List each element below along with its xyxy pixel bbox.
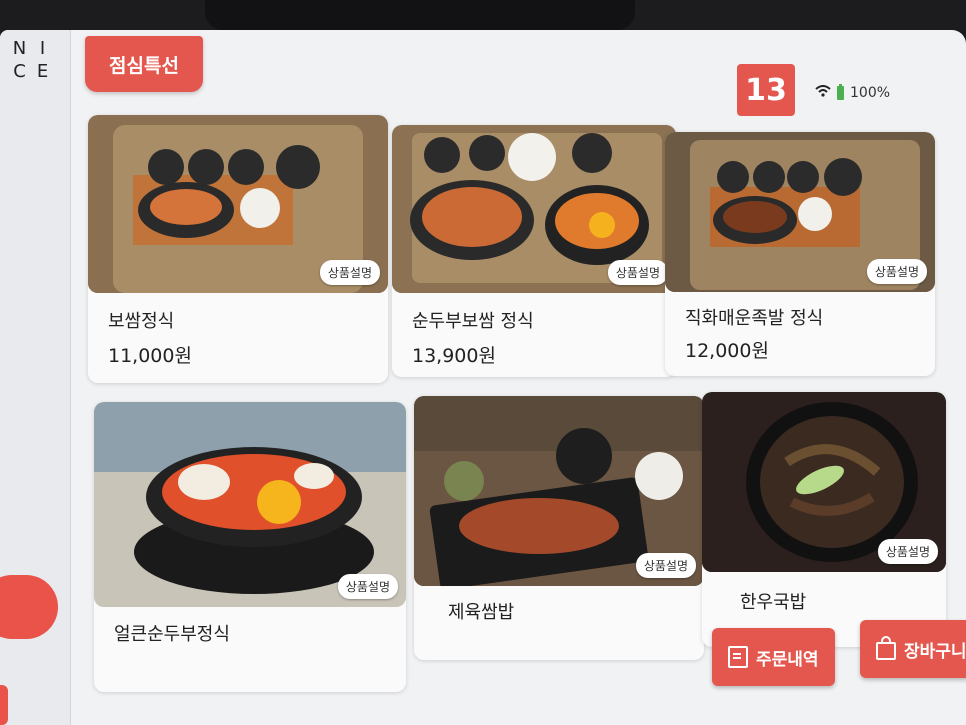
menu-photo: 상품설명 [702, 392, 946, 572]
order-history-label: 주문내역 [756, 649, 819, 670]
menu-card[interactable]: 상품설명 얼큰순두부정식 [94, 402, 406, 692]
menu-name: 얼큰순두부정식 [114, 624, 230, 645]
menu-name: 한우국밥 [740, 592, 807, 613]
logo-letter: N [12, 38, 27, 59]
category-sidebar: N I C E [0, 30, 71, 725]
product-description-button[interactable]: 상품설명 [607, 260, 668, 285]
kiosk-screen: N I C E 점심특선 13 100% 상품설명 보쌈정식 11,000원 상… [0, 30, 966, 725]
menu-price: 12,000원 [685, 340, 769, 362]
table-number-badge: 13 [737, 64, 795, 116]
menu-card[interactable]: 상품설명 보쌈정식 11,000원 [88, 115, 388, 383]
sidebar-category-button[interactable] [0, 685, 8, 725]
battery-percent: 100% [850, 85, 891, 101]
menu-photo: 상품설명 [94, 402, 406, 607]
menu-price: 11,000원 [108, 345, 192, 367]
menu-photo: 상품설명 [665, 132, 935, 292]
menu-card[interactable]: 상품설명 순두부보쌈 정식 13,900원 [392, 125, 676, 377]
product-description-button[interactable]: 상품설명 [866, 259, 927, 284]
wifi-icon [815, 85, 831, 101]
cart-label: 장바구니 [904, 641, 966, 662]
receipt-icon [728, 646, 748, 668]
product-description-button[interactable]: 상품설명 [337, 574, 398, 599]
menu-photo: 상품설명 [88, 115, 388, 293]
product-description-button[interactable]: 상품설명 [877, 539, 938, 564]
menu-card[interactable]: 상품설명 한우국밥 [702, 392, 946, 647]
sidebar-category-button[interactable] [0, 575, 58, 639]
logo-letter: I [39, 38, 46, 59]
menu-name: 보쌈정식 [108, 311, 175, 332]
menu-photo: 상품설명 [414, 396, 704, 586]
cart-button[interactable]: 장바구니 [860, 620, 966, 678]
logo-letter: E [36, 61, 49, 82]
menu-card[interactable]: 상품설명 직화매운족발 정식 12,000원 [665, 132, 935, 376]
product-description-button[interactable]: 상품설명 [319, 260, 380, 285]
status-bar: 100% [815, 80, 890, 106]
menu-name: 제육쌈밥 [448, 602, 515, 623]
menu-price: 13,900원 [412, 345, 496, 367]
nice-logo: N I C E [8, 38, 54, 84]
menu-card[interactable]: 상품설명 제육쌈밥 [414, 396, 704, 660]
battery-icon [837, 84, 844, 100]
tablet-notch [205, 0, 635, 30]
shopping-bag-icon [876, 636, 896, 660]
product-description-button[interactable]: 상품설명 [635, 553, 696, 578]
menu-photo: 상품설명 [392, 125, 676, 293]
menu-name: 직화매운족발 정식 [685, 308, 824, 329]
category-tab-lunch-special[interactable]: 점심특선 [85, 36, 203, 92]
logo-letter: C [13, 61, 26, 82]
menu-name: 순두부보쌈 정식 [412, 311, 534, 332]
order-history-button[interactable]: 주문내역 [712, 628, 835, 686]
